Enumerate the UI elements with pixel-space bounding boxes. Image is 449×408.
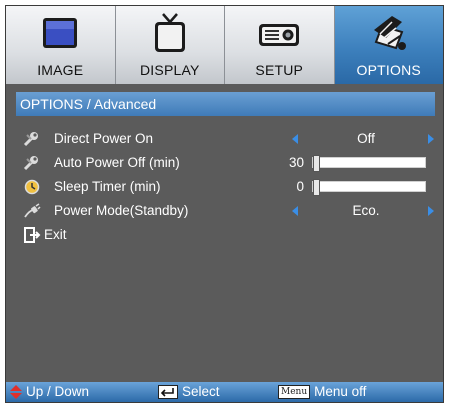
- sleep-timer-value: 0: [296, 179, 304, 194]
- slider-knob[interactable]: [313, 179, 320, 196]
- tab-bar: IMAGE DISPLAY SETUP OPTIONS: [6, 6, 443, 84]
- right-arrow-icon[interactable]: [428, 134, 434, 144]
- power-mode-label: Power Mode(Standby): [54, 203, 189, 218]
- up-down-arrow-icon: [10, 385, 22, 399]
- help-menu-off: Menu Menu off: [278, 382, 366, 402]
- tv-icon: [154, 13, 185, 52]
- tab-image-label: IMAGE: [37, 62, 84, 78]
- auto-power-off-value: 30: [288, 155, 304, 170]
- clock-icon: [24, 179, 40, 195]
- help-select-label: Select: [182, 384, 220, 399]
- tab-setup[interactable]: SETUP: [225, 6, 335, 84]
- wrench-icon: [23, 156, 38, 171]
- auto-power-off-slider[interactable]: [312, 155, 426, 172]
- wrench-icon: [23, 132, 38, 147]
- projector-icon: [259, 24, 300, 46]
- exit-icon: [24, 227, 41, 243]
- sleep-timer-slider[interactable]: [312, 179, 426, 196]
- right-arrow-icon[interactable]: [428, 206, 434, 216]
- help-select: Select: [158, 382, 220, 402]
- tab-display-label: DISPLAY: [140, 62, 200, 78]
- direct-power-on-label: Direct Power On: [54, 131, 154, 146]
- menu-item-direct-power-on[interactable]: Direct Power On Off: [6, 128, 443, 150]
- menu-item-exit[interactable]: Exit: [6, 224, 443, 246]
- auto-power-off-label: Auto Power Off (min): [54, 155, 180, 170]
- left-arrow-icon[interactable]: [292, 134, 298, 144]
- menu-key-icon: Menu: [278, 385, 311, 399]
- menu-item-power-mode[interactable]: Power Mode(Standby) Eco.: [6, 200, 443, 222]
- tab-setup-label: SETUP: [255, 62, 304, 78]
- menu-item-sleep-timer[interactable]: Sleep Timer (min) 0: [6, 176, 443, 198]
- menu-item-auto-power-off[interactable]: Auto Power Off (min) 30: [6, 152, 443, 174]
- help-menu-off-label: Menu off: [314, 384, 367, 399]
- tab-options[interactable]: OPTIONS: [334, 6, 443, 84]
- help-updown-label: Up / Down: [26, 384, 90, 399]
- sleep-timer-label: Sleep Timer (min): [54, 179, 161, 194]
- monitor-icon: [43, 18, 78, 48]
- power-mode-value: Eco.: [352, 203, 380, 218]
- enter-key-icon: [158, 385, 178, 399]
- slider-knob[interactable]: [313, 155, 320, 172]
- direct-power-on-value: Off: [357, 131, 375, 146]
- help-updown: Up / Down: [10, 382, 89, 402]
- exit-label: Exit: [44, 227, 67, 242]
- osd-menu-frame: IMAGE DISPLAY SETUP OPTIONS OPTIONS / Ad…: [5, 5, 444, 403]
- options-icon: [373, 16, 406, 50]
- tab-options-label: OPTIONS: [356, 62, 421, 78]
- help-bar: Up / Down Select Menu Menu off: [6, 382, 443, 402]
- section-title: OPTIONS / Advanced: [16, 92, 435, 116]
- plug-icon: [24, 203, 41, 218]
- tab-display[interactable]: DISPLAY: [115, 6, 225, 84]
- menu-list: Direct Power On Off Auto Power Off (min)…: [6, 128, 443, 243]
- tab-image[interactable]: IMAGE: [6, 6, 116, 84]
- left-arrow-icon[interactable]: [292, 206, 298, 216]
